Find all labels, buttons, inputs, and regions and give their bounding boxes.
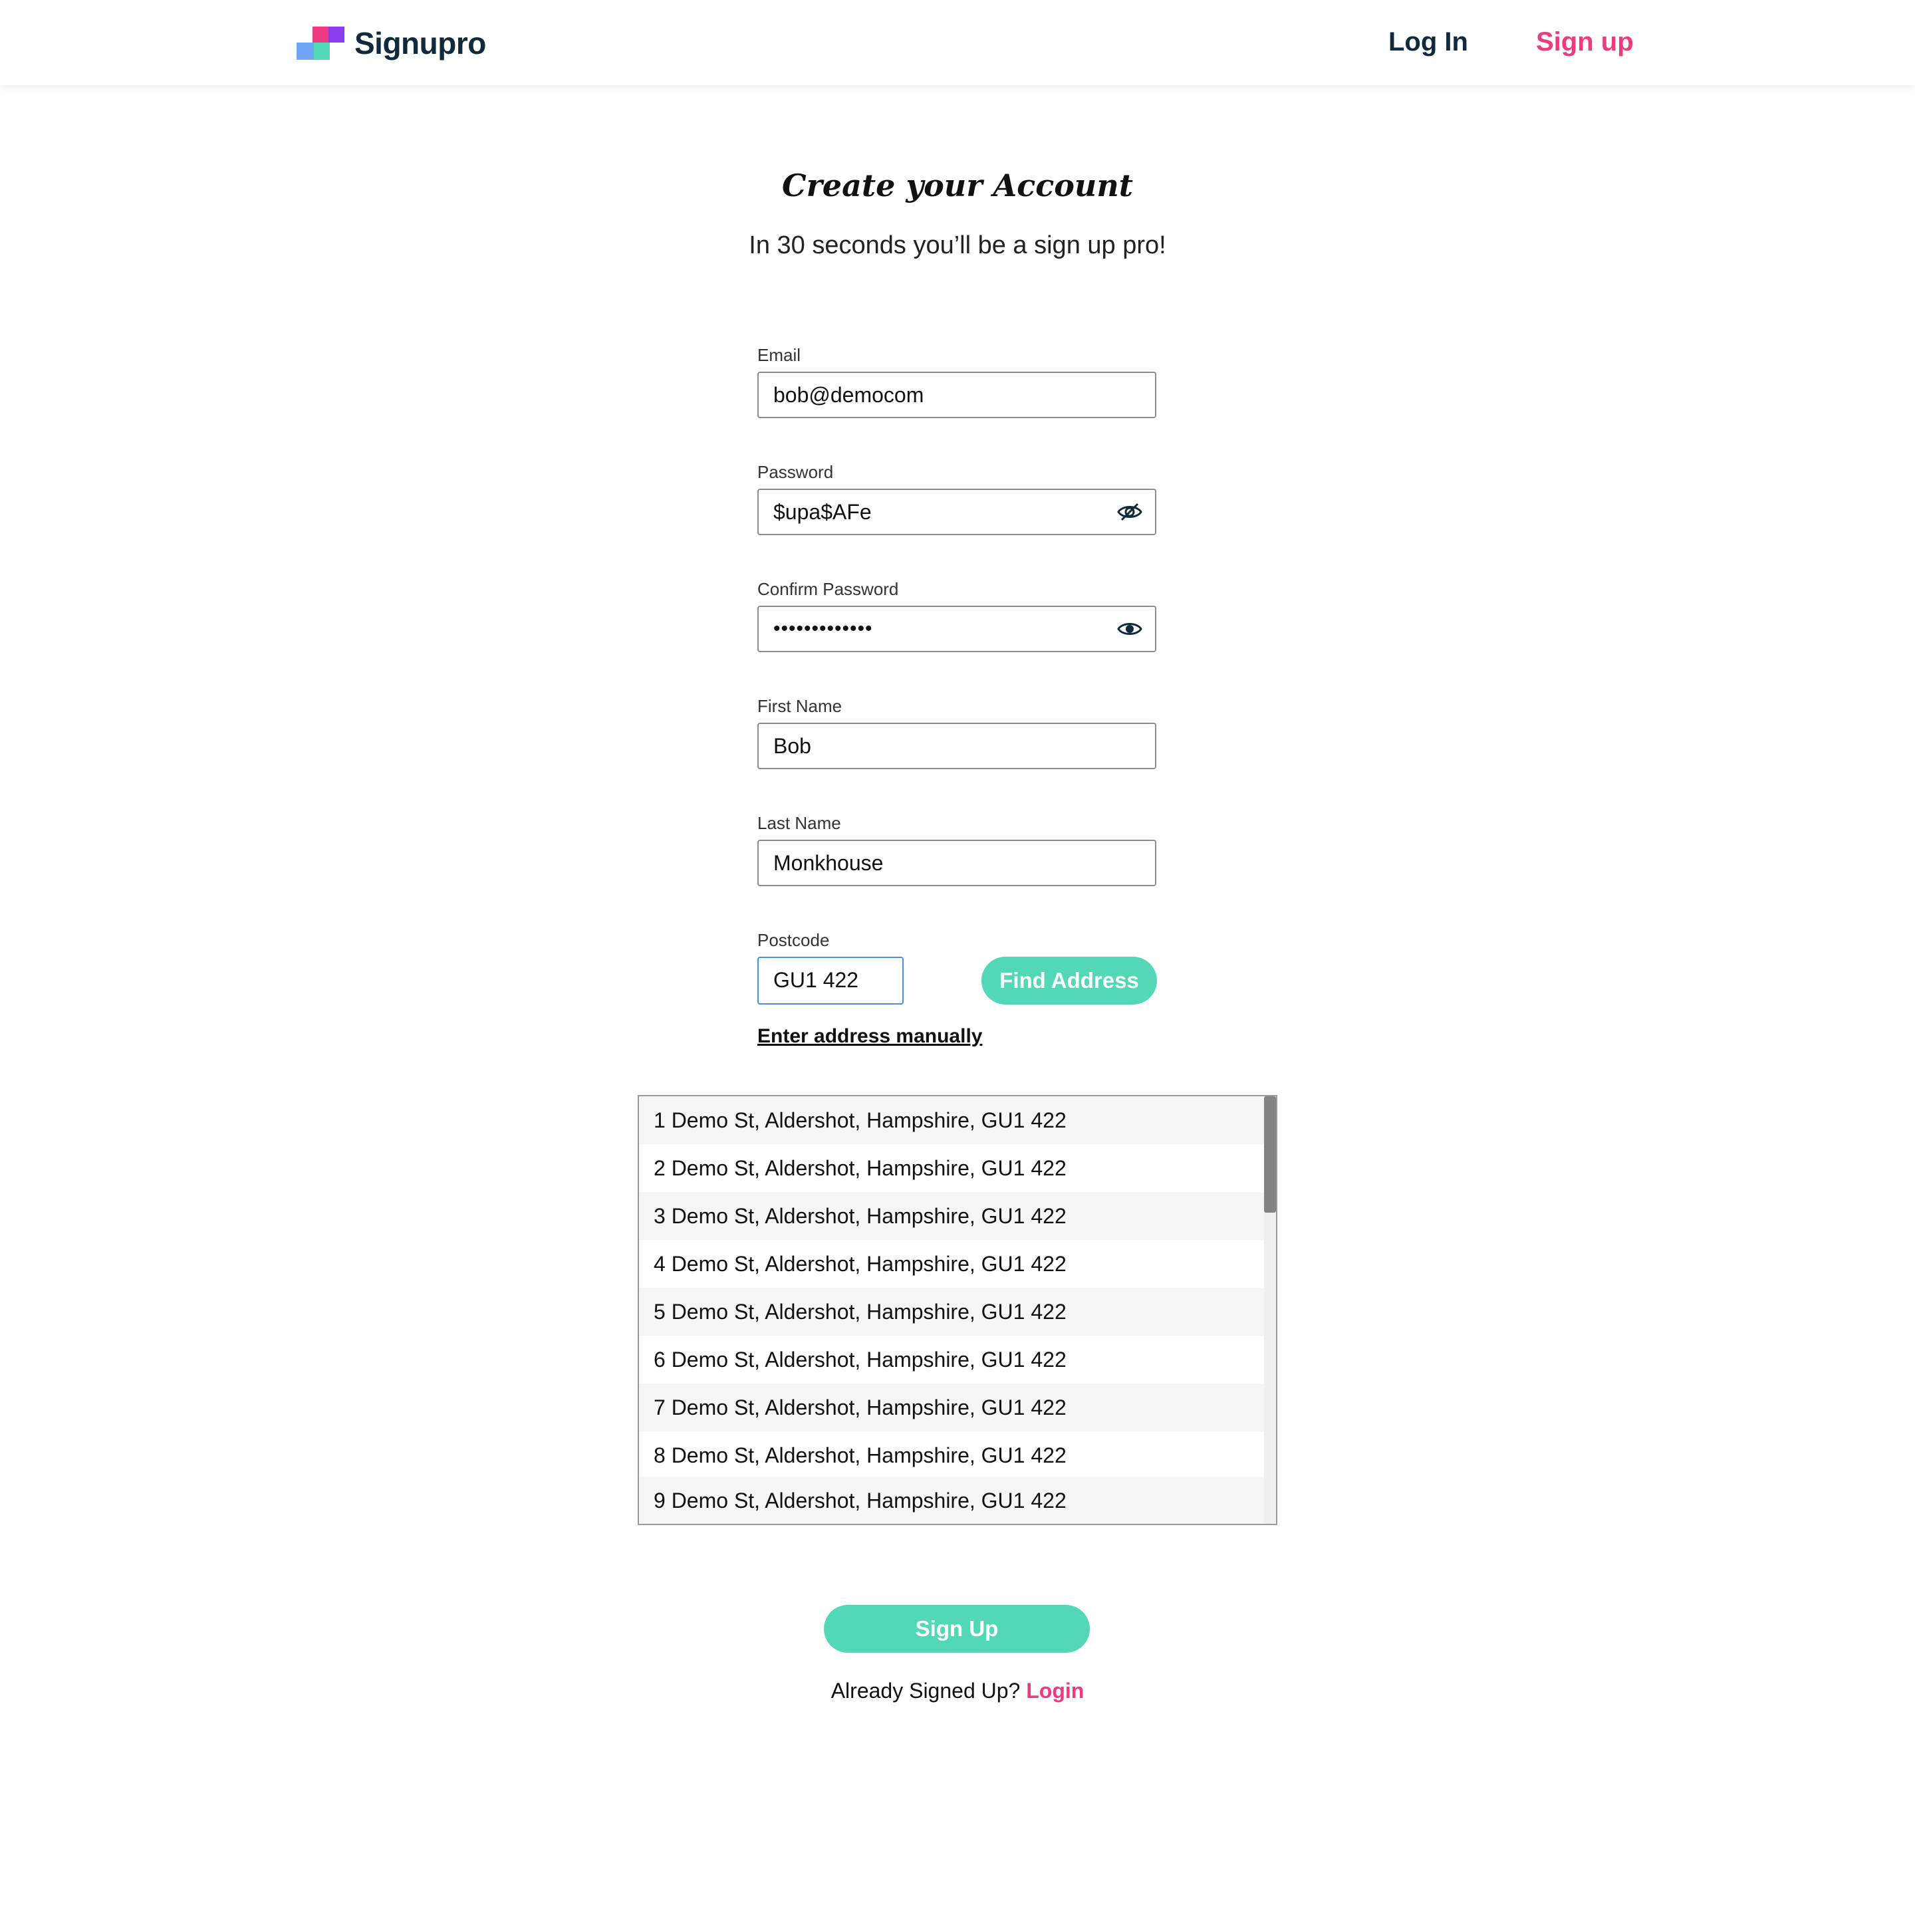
first-name-label: First Name: [757, 696, 842, 716]
address-option[interactable]: 6 Demo St, Aldershot, Hampshire, GU1 422: [639, 1336, 1264, 1384]
eye-icon[interactable]: [1116, 618, 1143, 640]
brand-name: Signupro: [354, 26, 486, 60]
page-subtitle: In 30 seconds you’ll be a sign up pro!: [749, 231, 1166, 259]
password-value: $upa$AFe: [773, 500, 872, 524]
last-name-label: Last Name: [757, 813, 841, 833]
top-header: Signupro Log In Sign up: [0, 0, 1915, 85]
login-link[interactable]: Login: [1026, 1679, 1084, 1703]
first-name-value: Bob: [773, 734, 811, 758]
confirm-password-field[interactable]: •••••••••••••: [757, 606, 1156, 652]
logo-mark-icon: [297, 27, 344, 60]
scrollbar-thumb[interactable]: [1264, 1096, 1276, 1213]
sign-up-button[interactable]: Sign Up: [824, 1605, 1090, 1653]
address-option[interactable]: 8 Demo St, Aldershot, Hampshire, GU1 422: [639, 1431, 1264, 1479]
last-name-field[interactable]: Monkhouse: [757, 840, 1156, 886]
brand-logo[interactable]: Signupro: [297, 27, 509, 61]
already-signed-up: Already Signed Up? Login: [0, 1675, 1915, 1707]
password-label: Password: [757, 462, 834, 482]
address-list[interactable]: 1 Demo St, Aldershot, Hampshire, GU1 422…: [638, 1095, 1277, 1525]
email-value: bob@democom: [773, 383, 924, 407]
address-option[interactable]: 5 Demo St, Aldershot, Hampshire, GU1 422: [639, 1288, 1264, 1336]
address-option[interactable]: 2 Demo St, Aldershot, Hampshire, GU1 422: [639, 1144, 1264, 1192]
first-name-field[interactable]: Bob: [757, 723, 1156, 769]
address-option[interactable]: 4 Demo St, Aldershot, Hampshire, GU1 422: [639, 1240, 1264, 1288]
email-label: Email: [757, 345, 801, 365]
address-option[interactable]: 7 Demo St, Aldershot, Hampshire, GU1 422: [639, 1384, 1264, 1431]
eye-slash-icon[interactable]: [1116, 501, 1143, 523]
nav-login-link[interactable]: Log In: [1388, 23, 1468, 61]
nav-signup-link[interactable]: Sign up: [1536, 23, 1634, 61]
postcode-value: GU1 422: [773, 968, 859, 992]
enter-address-manually-link[interactable]: Enter address manually: [757, 1020, 982, 1053]
postcode-field[interactable]: GU1 422: [757, 957, 904, 1005]
password-field[interactable]: $upa$AFe: [757, 489, 1156, 535]
already-signed-up-text: Already Signed Up?: [830, 1679, 1021, 1703]
confirm-password-value: •••••••••••••: [773, 618, 873, 640]
find-address-button[interactable]: Find Address: [981, 957, 1157, 1005]
address-option[interactable]: 9 Demo St, Aldershot, Hampshire, GU1 422: [639, 1477, 1264, 1524]
last-name-value: Monkhouse: [773, 851, 884, 875]
confirm-password-label: Confirm Password: [757, 579, 899, 599]
address-option[interactable]: 3 Demo St, Aldershot, Hampshire, GU1 422: [639, 1192, 1264, 1240]
address-list-scrollbar[interactable]: [1264, 1096, 1276, 1524]
email-field[interactable]: bob@democom: [757, 372, 1156, 418]
postcode-label: Postcode: [757, 930, 830, 950]
page-title: Create your Account: [781, 168, 1134, 203]
address-option[interactable]: 1 Demo St, Aldershot, Hampshire, GU1 422: [639, 1096, 1264, 1144]
